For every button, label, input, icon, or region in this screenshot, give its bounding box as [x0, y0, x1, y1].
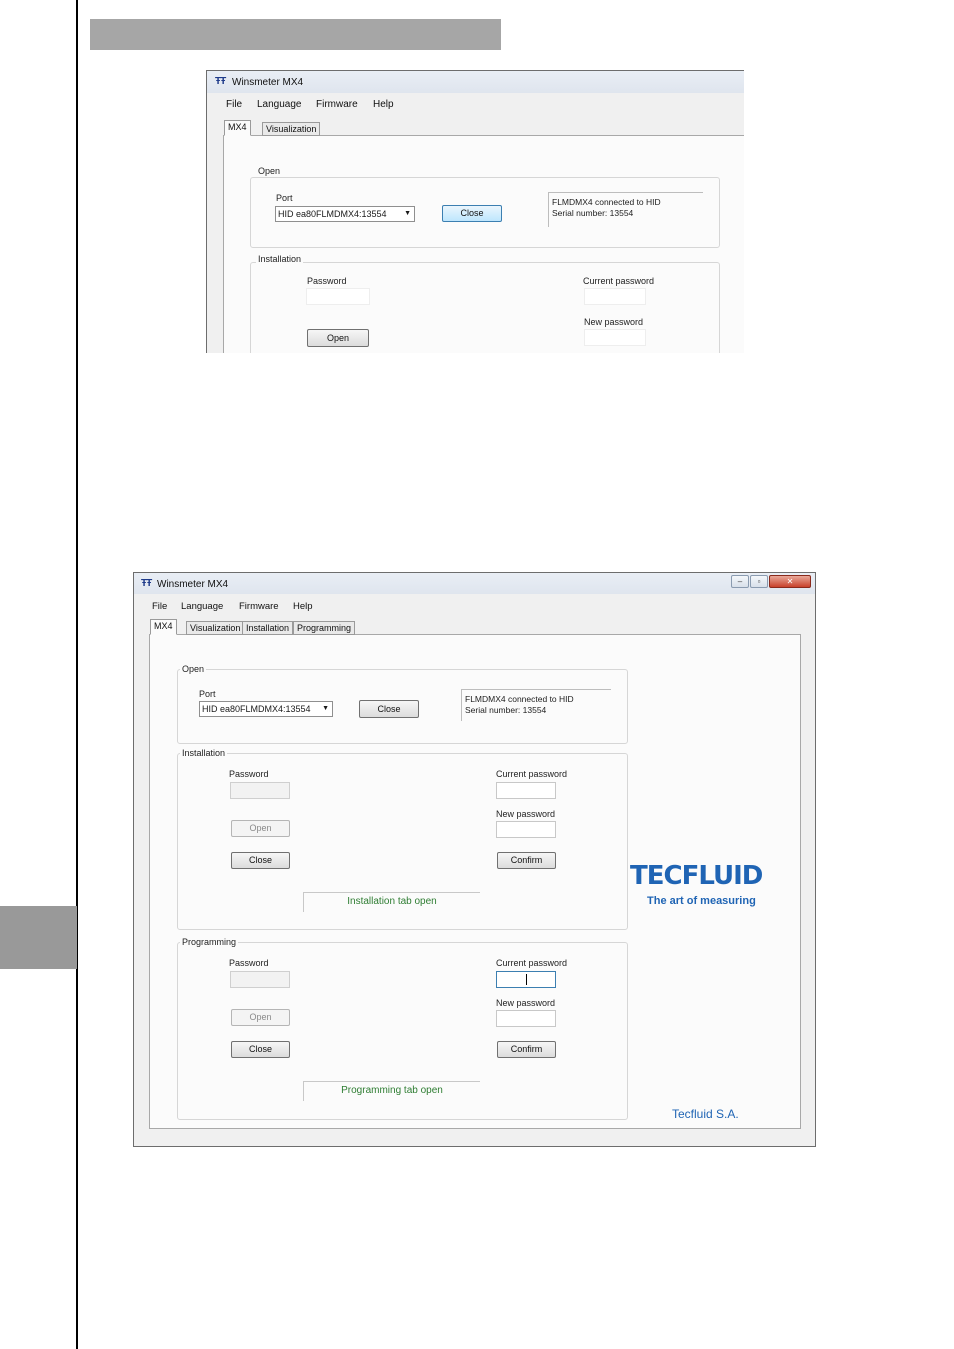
- close-button[interactable]: Close: [231, 852, 290, 869]
- menu-file[interactable]: File: [152, 601, 167, 612]
- title-bar: ŦŦ Winsmeter MX4: [207, 71, 744, 93]
- menu-help[interactable]: Help: [373, 99, 394, 110]
- programming-group-title: Programming: [180, 937, 239, 947]
- tab-visualization[interactable]: Visualization: [262, 122, 321, 136]
- connection-info-line1: FLMDMX4 connected to HID: [465, 694, 574, 704]
- connection-info: FLMDMX4 connected to HID Serial number: …: [461, 689, 611, 721]
- minimize-icon[interactable]: –: [731, 575, 749, 588]
- app-logo-icon: ŦŦ: [141, 578, 152, 589]
- window-title: Winsmeter MX4: [232, 77, 304, 88]
- small-window: ŦŦ Winsmeter MX4 File Language Firmware …: [206, 70, 744, 353]
- new-password-label: New password: [584, 317, 644, 327]
- new-password-field[interactable]: [584, 329, 646, 346]
- port-label: Port: [199, 689, 216, 699]
- close-button[interactable]: Close: [359, 700, 419, 718]
- current-password-label: Current password: [496, 958, 568, 968]
- password-field[interactable]: [306, 288, 370, 305]
- menu-firmware[interactable]: Firmware: [316, 99, 358, 110]
- close-button[interactable]: Close: [442, 205, 502, 222]
- confirm-button[interactable]: Confirm: [497, 1041, 556, 1058]
- tab-mx4[interactable]: MX4: [150, 619, 177, 635]
- window-title: Winsmeter MX4: [157, 579, 229, 590]
- text-caret: [526, 974, 527, 985]
- connection-info: FLMDMX4 connected to HID Serial number: …: [548, 192, 703, 227]
- current-password-field[interactable]: [496, 782, 556, 799]
- installation-group-title: Installation: [180, 748, 228, 758]
- close-icon[interactable]: ✕: [769, 575, 811, 588]
- new-password-label: New password: [496, 809, 556, 819]
- port-label: Port: [276, 193, 293, 203]
- password-label: Password: [229, 769, 269, 779]
- company-name: Tecfluid S.A.: [672, 1107, 739, 1121]
- password-field[interactable]: [230, 782, 290, 799]
- password-label: Password: [307, 276, 347, 286]
- tecfluid-logo: TECFLUID: [630, 861, 763, 891]
- tab-visualization[interactable]: Visualization: [186, 621, 245, 635]
- menu-help[interactable]: Help: [293, 601, 313, 612]
- port-select[interactable]: HID ea80FLMDMX4:13554 ▼: [275, 206, 415, 222]
- new-password-field[interactable]: [496, 1010, 556, 1027]
- maximize-icon[interactable]: ▫: [750, 575, 768, 588]
- new-password-field[interactable]: [496, 821, 556, 838]
- brand-tagline: The art of measuring: [647, 895, 756, 907]
- open-group-title: Open: [256, 166, 283, 176]
- large-window: ŦŦ Winsmeter MX4 – ▫ ✕ File Language Fir…: [133, 572, 816, 1147]
- connection-info-line2: Serial number: 13554: [552, 208, 634, 218]
- tab-installation[interactable]: Installation: [242, 621, 294, 635]
- close-button[interactable]: Close: [231, 1041, 290, 1058]
- confirm-button[interactable]: Confirm: [497, 852, 556, 869]
- menu-file[interactable]: File: [226, 99, 242, 110]
- current-password-field[interactable]: [496, 971, 556, 988]
- open-button[interactable]: Open: [231, 820, 290, 837]
- chapter-side-tab: [0, 906, 77, 969]
- port-select[interactable]: HID ea80FLMDMX4:13554 ▼: [199, 701, 333, 717]
- current-password-label: Current password: [496, 769, 568, 779]
- port-select-value: HID ea80FLMDMX4:13554: [202, 704, 311, 714]
- password-field[interactable]: [230, 971, 290, 988]
- installation-group-title: Installation: [256, 254, 304, 264]
- current-password-field[interactable]: [584, 288, 646, 305]
- current-password-label: Current password: [583, 276, 655, 286]
- menu-language[interactable]: Language: [181, 601, 223, 612]
- page-margin-line: [76, 0, 78, 1349]
- tab-programming[interactable]: Programming: [293, 621, 356, 635]
- new-password-label: New password: [496, 998, 556, 1008]
- menu-firmware[interactable]: Firmware: [239, 601, 279, 612]
- connection-info-line2: Serial number: 13554: [465, 705, 547, 715]
- dropdown-arrow-icon: ▼: [322, 705, 329, 712]
- open-button[interactable]: Open: [307, 329, 369, 347]
- tab-mx4[interactable]: MX4: [224, 120, 251, 136]
- title-bar: ŦŦ Winsmeter MX4 – ▫ ✕: [134, 573, 815, 594]
- open-group-title: Open: [180, 664, 207, 674]
- dropdown-arrow-icon: ▼: [404, 210, 411, 217]
- menu-bar: File Language Firmware Help: [134, 597, 815, 615]
- section-header-bar: [90, 19, 501, 50]
- connection-info-line1: FLMDMX4 connected to HID: [552, 197, 661, 207]
- port-select-value: HID ea80FLMDMX4:13554: [278, 209, 387, 219]
- installation-status: Installation tab open: [303, 892, 480, 912]
- programming-status: Programming tab open: [303, 1081, 480, 1101]
- app-logo-icon: ŦŦ: [215, 76, 226, 87]
- open-button[interactable]: Open: [231, 1009, 290, 1026]
- menu-bar: File Language Firmware Help: [207, 95, 744, 113]
- password-label: Password: [229, 958, 269, 968]
- menu-language[interactable]: Language: [257, 99, 302, 110]
